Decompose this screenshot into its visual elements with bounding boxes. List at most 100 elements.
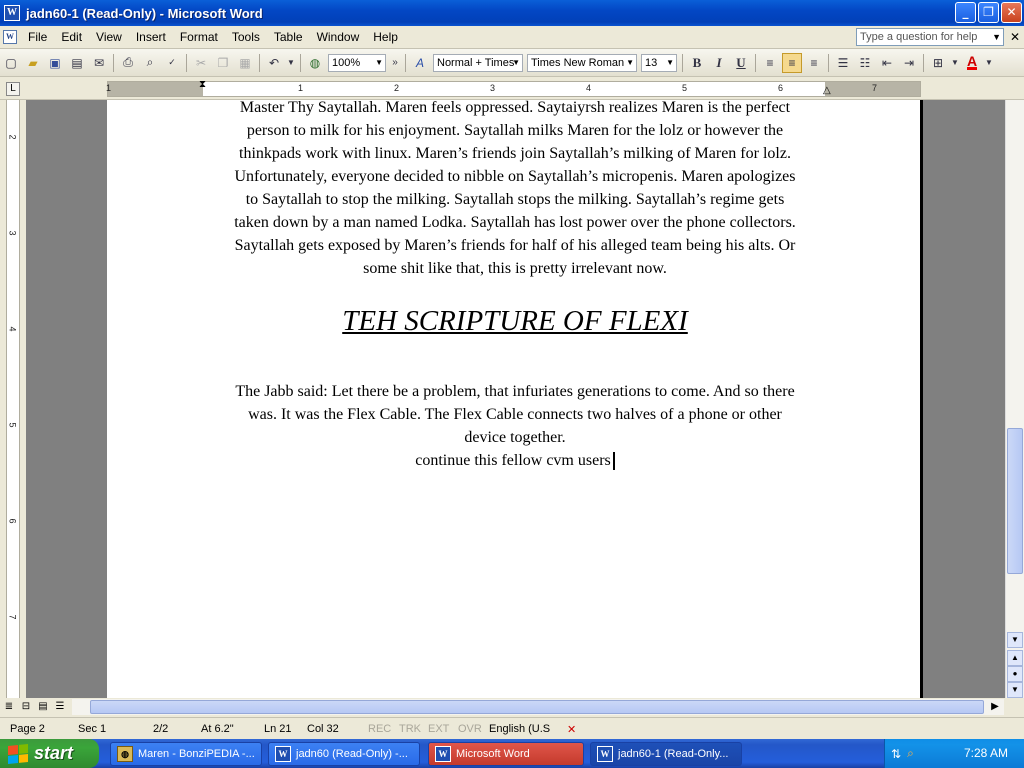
align-left-icon[interactable]: ≡ [760,53,780,73]
menu-bar: W File Edit View Insert Format Tools Tab… [0,26,1024,49]
toolbar-overflow-icon[interactable]: » [389,53,401,73]
font-size-select[interactable]: 13 ▼ [641,53,677,72]
paragraph-continue[interactable]: continue this fellow cvm users [207,449,823,472]
font-color-button[interactable]: A [962,53,982,73]
decrease-indent-icon[interactable]: ⇤ [877,53,897,73]
outline-view-icon[interactable]: ☰ [53,700,67,714]
align-center-icon[interactable]: ≡ [782,52,802,73]
status-rec[interactable]: REC [368,723,391,735]
scroll-down-button[interactable]: ▼ [1007,632,1023,648]
document-page[interactable]: Master Thy Saytallah. Maren feels oppres… [107,100,923,698]
email-icon[interactable]: ✉ [89,53,109,73]
horizontal-scrollbar[interactable] [72,699,1004,715]
cut-icon[interactable]: ✂ [191,53,211,73]
task-label: jadn60 (Read-Only) -... [296,748,408,760]
section-heading[interactable]: TEH SCRIPTURE OF FLEXI [207,305,823,338]
horizontal-scroll-thumb[interactable] [90,700,984,714]
font-color-dropdown-icon[interactable]: ▼ [984,53,994,73]
clock[interactable]: 7:28 AM [964,746,1008,760]
print-layout-icon[interactable]: ▤ [36,700,50,714]
undo-dropdown-icon[interactable]: ▼ [286,53,296,73]
start-button[interactable]: start [0,739,99,768]
text-line: continue this fellow cvm users [415,452,611,469]
search-icon[interactable]: ⌕ [907,746,914,761]
select-browse-object-button[interactable]: ● [1007,666,1023,682]
font-select[interactable]: Times New Roman ▼ [527,53,637,72]
vertical-ruler[interactable]: 2 3 4 5 6 7 [0,100,26,698]
close-document-icon[interactable]: ✕ [1010,30,1020,44]
status-ext[interactable]: EXT [428,723,449,735]
paragraph-flexi[interactable]: The Jabb said: Let there be a problem, t… [207,380,823,449]
undo-icon[interactable]: ↶ [264,53,284,73]
zoom-value: 100% [332,56,361,69]
right-indent-marker[interactable]: △ [823,85,831,96]
spelling-icon[interactable]: ✓ [162,53,182,73]
tab-selector[interactable]: L [6,82,20,96]
taskbar-item-jadn60[interactable]: W jadn60 (Read-Only) -... [268,742,420,766]
align-right-icon[interactable]: ≡ [804,53,824,73]
borders-icon[interactable]: ⊞ [928,53,948,73]
status-trk[interactable]: TRK [399,723,421,735]
menu-tools[interactable]: Tools [225,27,267,47]
document-icon[interactable]: W [3,30,17,44]
restore-button[interactable]: ❐ [978,2,999,23]
status-at: At 6.2" [201,723,234,735]
borders-dropdown-icon[interactable]: ▼ [950,53,960,73]
styles-icon[interactable]: A [410,53,430,73]
numbered-list-icon[interactable]: ☰ [833,53,853,73]
status-language[interactable]: English (U.S [489,723,550,735]
menu-format[interactable]: Format [173,27,225,47]
close-button[interactable]: ✕ [1001,2,1022,23]
menu-insert[interactable]: Insert [129,27,173,47]
copy-icon[interactable]: ❐ [213,53,233,73]
word-app-icon[interactable]: W [4,5,20,21]
word-icon: W [435,746,451,762]
next-page-button[interactable]: ▼ [1007,682,1023,698]
previous-page-button[interactable]: ▲ [1007,650,1023,666]
taskbar-item-jadn60-1[interactable]: W jadn60-1 (Read-Only... [590,742,742,766]
web-layout-icon[interactable]: ⊟ [19,700,33,714]
scroll-right-icon[interactable]: ▶ [988,700,1002,714]
minimize-button[interactable]: _ [955,2,976,23]
paste-icon[interactable]: ▦ [235,53,255,73]
vertical-scroll-thumb[interactable] [1007,428,1023,574]
vertical-scrollbar[interactable]: ▼ ▲ ● ▼ [1005,100,1024,698]
horizontal-ruler[interactable]: 1 1 2 3 4 5 6 7 ⧗ △ [106,79,921,97]
zoom-select[interactable]: 100% ▼ [328,53,386,72]
menu-help[interactable]: Help [366,27,405,47]
save-icon[interactable]: ▣ [45,53,65,73]
menu-view[interactable]: View [89,27,129,47]
taskbar-item-bonzipedia[interactable]: ◍ Maren - BonziPEDIA -... [110,742,262,766]
menu-edit[interactable]: Edit [54,27,89,47]
title-bar: W jadn60-1 (Read-Only) - Microsoft Word … [0,0,1024,26]
chevron-down-icon[interactable]: ▼ [992,29,1001,45]
paragraph-saytallah[interactable]: Master Thy Saytallah. Maren feels oppres… [207,100,823,280]
new-document-icon[interactable]: ▢ [1,53,21,73]
indent-marker[interactable]: ⧗ [199,79,206,90]
taskbar-item-microsoft-word[interactable]: W Microsoft Word [428,742,584,766]
print-preview-icon[interactable]: ⌕ [140,53,160,73]
text-line: Master Thy Saytallah. Maren feels oppres… [239,100,791,116]
bold-button[interactable]: B [687,53,707,73]
normal-view-icon[interactable]: ≣ [2,700,16,714]
network-icon[interactable]: ⇅ [891,747,901,761]
increase-indent-icon[interactable]: ⇥ [899,53,919,73]
underline-button[interactable]: U [731,53,751,73]
toolbar-separator [923,53,924,72]
bullet-list-icon[interactable]: ☷ [855,53,875,73]
status-ovr[interactable]: OVR [458,723,482,735]
menu-file[interactable]: File [21,27,54,47]
web-globe-icon[interactable]: ◍ [305,53,325,73]
italic-button[interactable]: I [709,53,729,73]
menu-table[interactable]: Table [267,27,310,47]
document-workspace[interactable]: Master Thy Saytallah. Maren feels oppres… [26,100,1005,698]
permission-icon[interactable]: ▤ [67,53,87,73]
print-icon[interactable]: ⎙ [118,53,138,73]
menu-window[interactable]: Window [310,27,367,47]
help-search-input[interactable]: Type a question for help ▼ [856,28,1004,46]
open-folder-icon[interactable]: ▰ [23,53,43,73]
window-title: jadn60-1 (Read-Only) - Microsoft Word [26,5,263,21]
horizontal-scroll-row: ≣ ⊟ ▤ ☰ ◀ ▶ [0,698,1024,716]
spelling-status-icon[interactable]: ✕ [567,723,576,736]
style-select[interactable]: Normal + Times ▼ [433,53,523,72]
